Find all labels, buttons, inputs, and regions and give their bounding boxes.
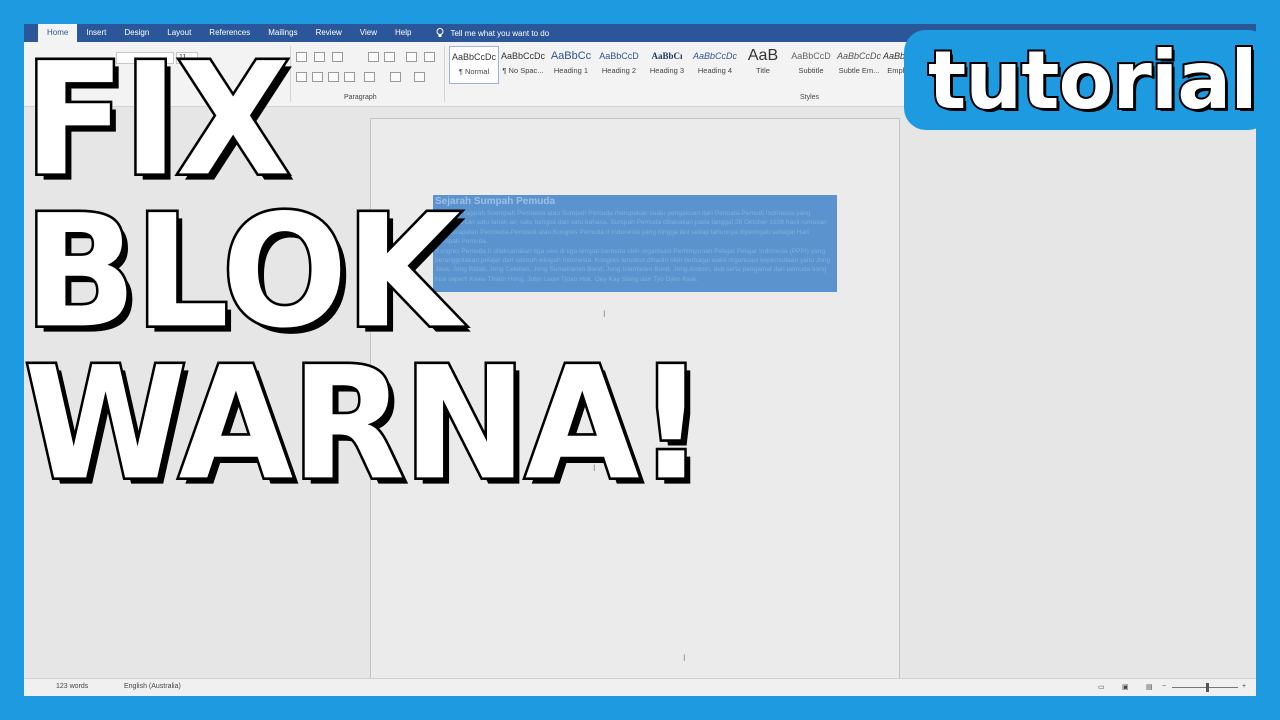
title-line-3: WARNA! xyxy=(21,333,707,515)
word-count[interactable]: 123 words xyxy=(56,683,88,690)
thumbnail-title: FIX BLOK WARNA! xyxy=(21,29,707,506)
language-indicator[interactable]: English (Australia) xyxy=(124,683,181,690)
style-title[interactable]: AaB Title xyxy=(739,46,787,82)
styles-group-label: Styles xyxy=(800,94,820,101)
style-name: Subtitle xyxy=(798,66,824,75)
read-mode-icon[interactable]: ▭ xyxy=(1098,683,1105,691)
style-subtitle[interactable]: AaBbCcD Subtitle xyxy=(787,46,835,82)
status-bar: 123 words English (Australia) ▭ ▣ ▤ − + xyxy=(24,678,1256,696)
web-layout-icon[interactable]: ▤ xyxy=(1146,683,1153,691)
lightbulb-icon xyxy=(436,28,444,37)
tell-me-text: Tell me what you want to do xyxy=(450,28,550,38)
style-preview: AaB xyxy=(747,47,779,64)
tutorial-badge-text: tutorial xyxy=(926,34,1260,128)
text-cursor-icon: I xyxy=(683,653,686,663)
zoom-slider[interactable] xyxy=(1172,687,1238,688)
style-name: Title xyxy=(756,66,770,75)
zoom-in-icon[interactable]: + xyxy=(1242,683,1246,690)
zoom-slider-thumb[interactable] xyxy=(1206,683,1209,692)
tell-me-box[interactable]: Tell me what you want to do xyxy=(436,28,549,38)
title-line-2: BLOK xyxy=(21,181,462,363)
zoom-out-icon[interactable]: − xyxy=(1162,683,1166,690)
title-line-1: FIX xyxy=(21,29,292,211)
style-preview: AaBbCcD xyxy=(791,51,831,61)
print-layout-icon[interactable]: ▣ xyxy=(1122,683,1129,691)
style-name: Subtle Em... xyxy=(838,66,880,75)
style-subtle-emphasis[interactable]: AaBbCcDc Subtle Em... xyxy=(835,46,883,82)
style-preview: AaBbCcDc xyxy=(836,51,881,61)
